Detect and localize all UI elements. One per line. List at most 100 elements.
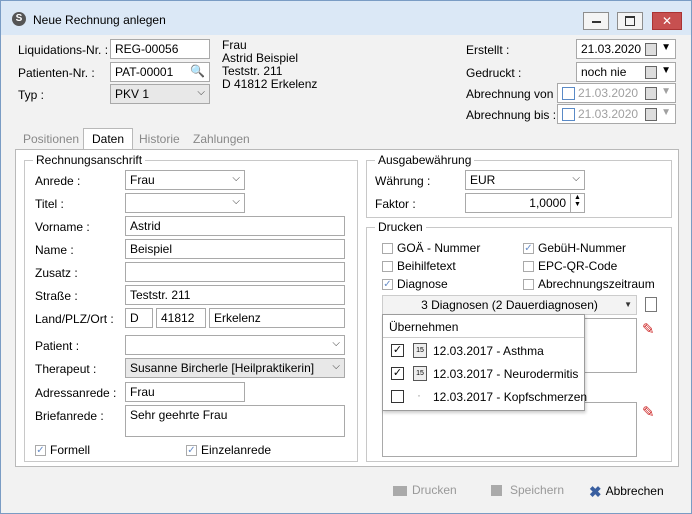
chevron-down-icon[interactable]: ▼ — [661, 107, 671, 118]
chevron-down-icon: ⌵ — [332, 361, 340, 372]
chevron-down-icon[interactable]: ▼ — [661, 42, 671, 53]
formell-checkbox[interactable]: ✓ — [35, 445, 46, 456]
chevron-down-icon[interactable]: ▼ — [661, 65, 671, 76]
erstellt-label: Erstellt : — [466, 43, 510, 57]
anrede-select[interactable]: Frau ⌵ — [125, 170, 245, 190]
group-title: Ausgabewährung — [375, 153, 475, 167]
dialog-window: S Neue Rechnung anlegen ✕ Liquidations-N… — [0, 0, 692, 514]
diagnose-item-label[interactable]: 12.03.2017 - Neurodermitis — [433, 367, 578, 381]
name-label: Name : — [35, 243, 74, 257]
speichern-button[interactable]: Speichern — [491, 483, 564, 497]
vorname-field[interactable]: Astrid — [125, 216, 345, 236]
gedruckt-value: noch nie — [581, 65, 627, 79]
plz-field[interactable]: 41812 — [156, 308, 206, 328]
diagnose-item-checkbox[interactable]: ✓ — [391, 367, 404, 380]
patient-nr-value: PAT-00001 — [115, 65, 174, 79]
formell-label: Formell — [50, 443, 91, 457]
erstellt-date-field[interactable]: 21.03.2020 ▼ — [576, 39, 676, 59]
zusatz-label: Zusatz : — [35, 266, 78, 280]
abbrechen-button[interactable]: ✖ Abbrechen — [589, 483, 664, 501]
patient-select[interactable]: ⌵ — [125, 335, 345, 355]
adressanrede-label: Adressanrede : — [35, 386, 117, 400]
diagnosen-select[interactable]: 3 Diagnosen (2 Dauerdiagnosen) ▼ — [382, 295, 637, 315]
printer-icon — [393, 485, 407, 496]
calendar-dauer-icon: 15 — [413, 343, 427, 358]
briefanrede-label: Briefanrede : — [35, 409, 104, 423]
name-field[interactable]: Beispiel — [125, 239, 345, 259]
tab-zahlungen[interactable]: Zahlungen — [185, 129, 258, 149]
waehrung-select[interactable]: EUR ⌵ — [465, 170, 585, 190]
briefanrede-field[interactable]: Sehr geehrte Frau — [125, 405, 345, 437]
ausgabewaehrung-group: Ausgabewährung Währung : EUR ⌵ Faktor : … — [366, 153, 672, 218]
abrechnung-bis-checkbox[interactable] — [562, 108, 575, 122]
chevron-down-icon[interactable]: ▼ — [661, 86, 671, 97]
abrechnung-von-field[interactable]: 21.03.2020 ▼ — [557, 83, 676, 103]
rechnungsanschrift-group: Rechnungsanschrift Anrede : Frau ⌵ Titel… — [24, 153, 358, 462]
epc-qr-code-checkbox[interactable] — [523, 261, 534, 272]
chevron-down-icon: ⌵ — [232, 196, 240, 207]
abbrechen-label: Abbrechen — [605, 484, 664, 499]
diagnose-checkbox[interactable]: ✓ — [382, 279, 393, 290]
popup-header[interactable]: Übernehmen — [389, 320, 458, 334]
erstellt-value: 21.03.2020 — [581, 42, 642, 56]
patient-nr-field[interactable]: PAT-00001 🔍 — [110, 62, 210, 82]
minimize-icon — [591, 21, 601, 23]
diagnose-item-label[interactable]: 12.03.2017 - Asthma — [433, 344, 544, 358]
close-button[interactable]: ✕ — [652, 12, 682, 30]
land-field[interactable]: D — [125, 308, 153, 328]
liquidation-nr-field[interactable]: REG-00056 — [110, 39, 210, 59]
title-bar: S Neue Rechnung anlegen ✕ — [1, 1, 691, 35]
zusatz-field[interactable] — [125, 262, 345, 282]
abrechnung-bis-value: 21.03.2020 — [578, 107, 639, 121]
patient-label: Patient : — [35, 339, 80, 353]
faktor-value: 1,0000 — [529, 196, 566, 210]
maximize-button[interactable] — [617, 12, 643, 30]
diagnose-item-label[interactable]: 12.03.2017 - Kopfschmerzen — [433, 390, 587, 404]
group-title: Rechnungsanschrift — [33, 153, 146, 167]
gedruckt-date-field[interactable]: noch nie ▼ — [576, 62, 676, 82]
chevron-down-icon: ⌵ — [332, 338, 340, 349]
einzelanrede-checkbox[interactable]: ✓ — [186, 445, 197, 456]
diagnose-item-checkbox[interactable] — [391, 390, 404, 403]
therapeut-select[interactable]: Susanne Bircherle [Heilpraktikerin] ⌵ — [125, 358, 345, 378]
address-line: D 41812 Erkelenz — [222, 77, 318, 91]
ort-field[interactable]: Erkelenz — [209, 308, 345, 328]
vorname-label: Vorname : — [35, 220, 90, 234]
typ-label: Typ : — [18, 88, 45, 102]
minimize-button[interactable] — [583, 12, 609, 30]
gebueh-nummer-checkbox[interactable]: ✓ — [523, 243, 534, 254]
goa-nummer-label: GOÄ - Nummer — [397, 241, 481, 255]
patient-nr-label: Patienten-Nr. : — [18, 66, 95, 80]
calendar-icon — [645, 43, 657, 56]
drucken-button[interactable]: Drucken — [393, 483, 457, 497]
gedruckt-label: Gedruckt : — [466, 66, 522, 80]
beihilfetext-checkbox[interactable] — [382, 261, 393, 272]
abrechnungszeitraum-checkbox[interactable] — [523, 279, 534, 290]
tab-daten[interactable]: Daten — [83, 128, 134, 150]
patient-search-icon[interactable]: 🔍 — [190, 64, 205, 78]
titel-select[interactable]: ⌵ — [125, 193, 245, 213]
abrechnung-von-label: Abrechnung von : — [466, 87, 561, 101]
new-document-icon[interactable] — [645, 297, 657, 312]
edit-pen-icon[interactable]: ✎ — [642, 403, 655, 421]
abrechnung-von-checkbox[interactable] — [562, 87, 575, 101]
typ-select[interactable]: PKV 1 ⌵ — [110, 84, 210, 104]
close-icon: ✕ — [661, 14, 673, 28]
strasse-field[interactable]: Teststr. 211 — [125, 285, 345, 305]
adressanrede-field[interactable]: Frau — [125, 382, 245, 402]
app-icon: S — [12, 12, 26, 26]
tab-historie[interactable]: Historie — [131, 129, 188, 149]
faktor-field[interactable]: 1,0000 ▲ ▼ — [465, 193, 585, 213]
waehrung-value: EUR — [470, 173, 496, 187]
diagnose-item-checkbox[interactable]: ✓ — [391, 344, 404, 357]
tab-positionen[interactable]: Positionen — [15, 129, 87, 149]
abrechnungszeitraum-label: Abrechnungszeitraum — [538, 277, 655, 291]
abrechnung-bis-field[interactable]: 21.03.2020 ▼ — [557, 104, 676, 124]
land-plz-ort-label: Land/PLZ/Ort : — [35, 312, 114, 326]
cancel-x-icon: ✖ — [589, 484, 602, 501]
edit-pen-icon[interactable]: ✎ — [642, 320, 655, 338]
address-block: Frau Astrid Beispiel Teststr. 211 D 4181… — [222, 39, 317, 91]
faktor-stepper[interactable]: ▲ ▼ — [570, 194, 584, 212]
goa-nummer-checkbox[interactable] — [382, 243, 393, 254]
diagnosen-dropdown-popup: Übernehmen ✓ 15 12.03.2017 - Asthma ✓ 15… — [382, 314, 587, 411]
